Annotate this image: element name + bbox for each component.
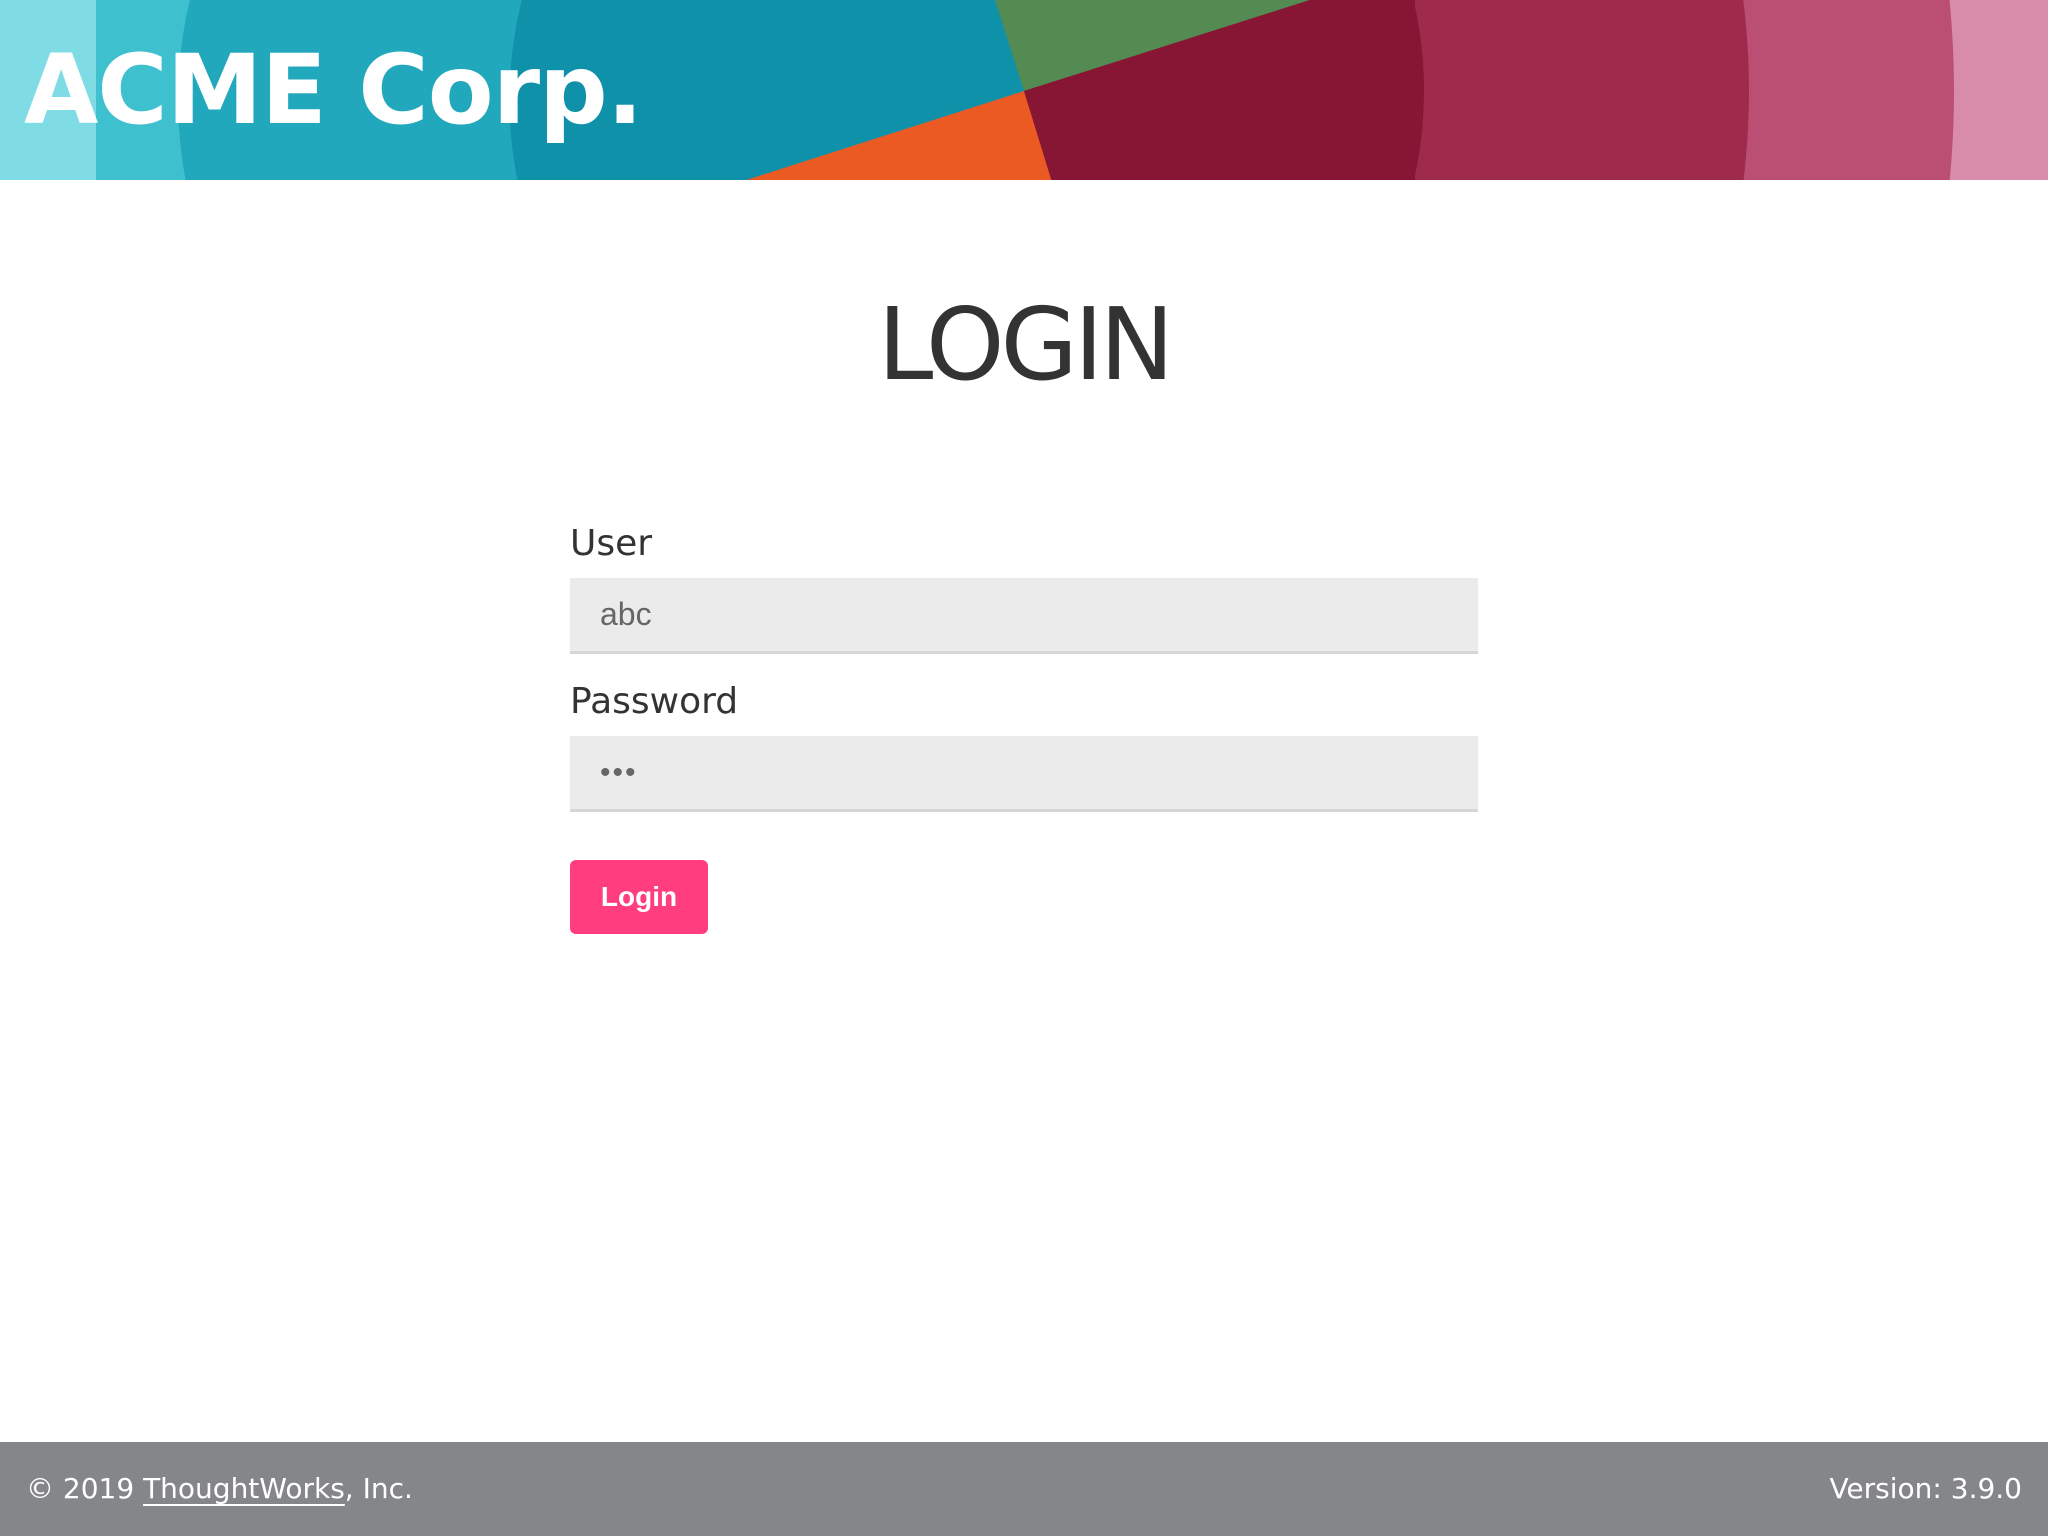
user-input[interactable] xyxy=(570,578,1478,654)
footer: © 2019 ThoughtWorks, Inc. Version: 3.9.0 xyxy=(0,1442,2048,1536)
footer-copyright: © 2019 ThoughtWorks, Inc. xyxy=(26,1442,413,1536)
password-label: Password xyxy=(570,681,739,722)
login-form: User Password Login xyxy=(570,520,1478,934)
page-title: LOGIN xyxy=(877,286,1175,403)
brand-logo-text: ACME Corp. xyxy=(24,34,643,146)
header-banner: ACME Corp. xyxy=(0,0,2048,182)
login-page: ACME Corp. LOGIN User Password Login © 2… xyxy=(0,0,2048,1536)
user-label: User xyxy=(570,523,653,564)
copyright-prefix: © 2019 xyxy=(26,1472,144,1505)
login-button[interactable]: Login xyxy=(570,860,708,934)
version-label: Version: 3.9.0 xyxy=(1829,1472,2022,1505)
thoughtworks-link[interactable]: ThoughtWorks xyxy=(143,1472,345,1505)
password-input[interactable] xyxy=(570,736,1478,812)
field-spacer xyxy=(570,654,1478,678)
copyright-suffix: , Inc. xyxy=(344,1472,413,1505)
